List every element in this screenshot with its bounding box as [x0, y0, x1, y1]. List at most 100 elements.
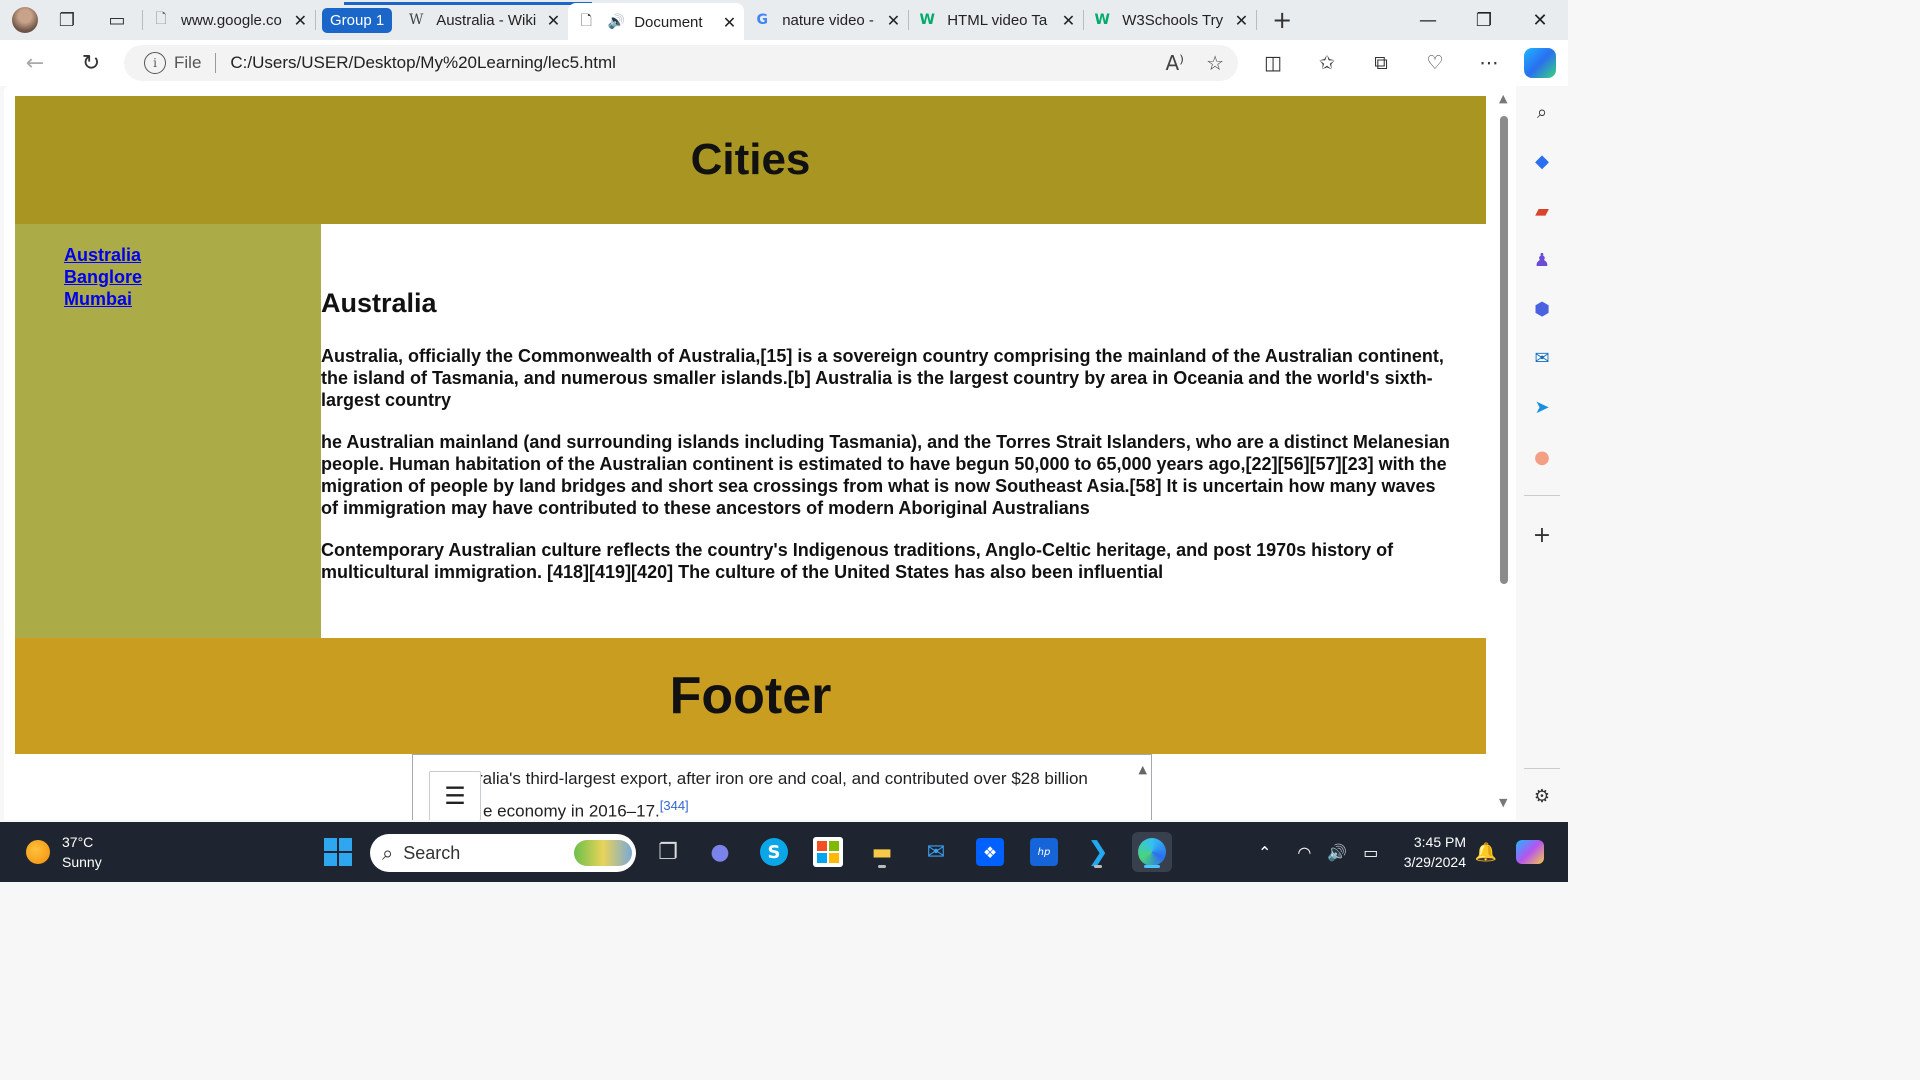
embedded-line: Australia's third-largest export, after …	[443, 769, 1088, 788]
dropbox-icon[interactable]: ❖	[970, 832, 1010, 872]
search-placeholder: Search	[403, 842, 461, 863]
wifi-icon[interactable]: ◠	[1297, 843, 1311, 862]
edge-sidebar: ⌕ ◆ ▰ ♟ ⬢ ✉ ➤ ● + ⚙	[1516, 86, 1568, 820]
scrollbar-thumb[interactable]	[1500, 116, 1508, 584]
more-options-icon[interactable]: ⋯	[1462, 43, 1516, 83]
close-tab-icon[interactable]: ✕	[1062, 11, 1075, 30]
page-viewport: Cities Australia Banglore Mumbai Austral…	[4, 86, 1516, 820]
tab-australia-wiki[interactable]: W Australia - Wiki ✕	[398, 3, 568, 37]
navigation-bar: ← ↻ i File C:/Users/USER/Desktop/My%20Le…	[0, 40, 1568, 86]
page-icon: 🗋	[155, 11, 167, 27]
scroll-up-icon[interactable]: ▲	[1139, 763, 1147, 776]
games-icon[interactable]: ♟	[1528, 246, 1556, 274]
document-icon: 🗋	[580, 13, 592, 29]
drop-send-icon[interactable]: ➤	[1528, 393, 1556, 421]
back-icon[interactable]: ←	[8, 43, 62, 83]
browser-essentials-icon[interactable]: ♡	[1408, 43, 1462, 83]
close-tab-icon[interactable]: ✕	[723, 13, 736, 32]
article-paragraph: Contemporary Australian culture reflects…	[321, 540, 1394, 582]
vertical-tabs-icon[interactable]: ▭	[100, 3, 134, 37]
favorites-icon[interactable]: ✩	[1300, 43, 1354, 83]
start-windows-icon[interactable]	[318, 832, 358, 872]
weather-widget[interactable]: 37°C Sunny	[26, 832, 102, 872]
footer-title: Footer	[669, 667, 832, 725]
microsoft-store-icon[interactable]	[808, 832, 848, 872]
refresh-icon[interactable]: ↻	[64, 43, 118, 83]
page-scrollbar[interactable]: ▲ ▼	[1494, 86, 1516, 820]
close-window-icon[interactable]: ✕	[1512, 0, 1568, 40]
task-view-icon[interactable]: ❐	[648, 832, 688, 872]
close-tab-icon[interactable]: ✕	[547, 11, 560, 30]
reference-link[interactable]: [344]	[660, 798, 689, 813]
close-tab-icon[interactable]: ✕	[1235, 11, 1248, 30]
new-tab-icon[interactable]: +	[1265, 3, 1299, 37]
tab-document[interactable]: 🗋 🔊 Document ✕	[568, 3, 745, 41]
taskbar-search[interactable]: ⌕ Search	[370, 834, 636, 872]
table-of-contents-icon[interactable]: ☰	[429, 771, 481, 820]
profile-avatar[interactable]	[8, 3, 42, 37]
scroll-up-icon[interactable]: ▲	[1499, 92, 1507, 105]
copilot-icon[interactable]	[1524, 48, 1556, 78]
file-explorer-icon[interactable]: ▬	[862, 832, 902, 872]
clock-time: 3:45 PM	[1413, 834, 1466, 850]
tab-nature-video[interactable]: G nature video - ✕	[744, 3, 908, 37]
article-section: Australia Australia, officially the Comm…	[321, 224, 1486, 638]
add-sidebar-app-icon[interactable]: +	[1528, 521, 1556, 549]
microsoft-365-icon[interactable]: ⬢	[1528, 295, 1556, 323]
split-screen-icon[interactable]: ◫	[1246, 43, 1300, 83]
battery-icon[interactable]: ▭	[1363, 843, 1378, 862]
w3schools-icon: W	[1094, 12, 1110, 28]
weather-temp: 37°C	[62, 834, 94, 850]
nav-link-banglore[interactable]: Banglore	[64, 266, 321, 288]
tools-briefcase-icon[interactable]: ▰	[1528, 197, 1556, 225]
clock-date: 3/29/2024	[1403, 854, 1466, 870]
settings-gear-icon[interactable]: ⚙	[1528, 782, 1556, 810]
close-tab-icon[interactable]: ✕	[294, 11, 307, 30]
read-aloud-icon[interactable]: A⁾	[1165, 51, 1184, 75]
divider	[1524, 768, 1560, 769]
clock[interactable]: 3:45 PM 3/29/2024	[1396, 832, 1466, 872]
tab-google[interactable]: 🗋 www.google.co ✕	[143, 3, 315, 37]
tab-strip: ❐ ▭ 🗋 www.google.co ✕ Group 1 W Australi…	[0, 0, 1568, 41]
search-icon[interactable]: ⌕	[1528, 98, 1556, 126]
tab-html-video[interactable]: W HTML video Ta ✕	[909, 3, 1083, 37]
divider	[1524, 495, 1560, 496]
show-hidden-icons-icon[interactable]: ⌃	[1258, 843, 1271, 862]
minimize-icon[interactable]: —	[1400, 0, 1456, 40]
myhp-icon[interactable]: hp	[1024, 832, 1064, 872]
embedded-wiki-frame[interactable]: Australia's third-largest export, after …	[412, 754, 1152, 820]
edge-browser-icon[interactable]	[1132, 832, 1172, 872]
tab-group-underline	[344, 2, 592, 5]
copilot-preview-icon[interactable]	[1510, 832, 1550, 872]
audio-playing-icon[interactable]: 🔊	[606, 12, 626, 32]
info-icon[interactable]: i	[144, 52, 166, 74]
w3schools-icon: W	[919, 12, 935, 28]
volume-icon[interactable]: 🔊	[1327, 843, 1347, 862]
notification-bell-icon[interactable]: 🔔	[1466, 832, 1506, 872]
outlook-icon[interactable]: ✉	[1528, 344, 1556, 372]
close-tab-icon[interactable]: ✕	[887, 11, 900, 30]
workspaces-icon[interactable]: ❐	[50, 3, 84, 37]
nav-link-australia[interactable]: Australia	[64, 244, 321, 266]
windows-taskbar: 37°C Sunny ⌕ Search ❐ ● S ▬ ✉ ❖ hp ❯ ⌃ ◠…	[0, 822, 1568, 882]
scheme-label: File	[174, 53, 202, 72]
search-icon: ⌕	[382, 841, 394, 865]
vscode-icon[interactable]: ❯	[1078, 832, 1118, 872]
sidebar-nav: Australia Banglore Mumbai	[15, 224, 321, 638]
nav-link-mumbai[interactable]: Mumbai	[64, 288, 321, 310]
tab-group-label[interactable]: Group 1	[322, 7, 393, 33]
designer-icon[interactable]: ●	[1528, 443, 1556, 471]
article-heading: Australia	[321, 288, 437, 318]
teams-chat-icon[interactable]: ●	[700, 832, 740, 872]
restore-icon[interactable]: ❐	[1456, 0, 1512, 40]
shopping-tag-icon[interactable]: ◆	[1528, 147, 1556, 175]
tab-w3schools-try[interactable]: W W3Schools Try ✕	[1084, 3, 1256, 37]
mail-icon[interactable]: ✉	[916, 832, 956, 872]
scroll-down-icon[interactable]: ▼	[1499, 796, 1507, 809]
embedded-line: e economy in 2016–17.	[483, 801, 660, 820]
address-bar[interactable]: i File C:/Users/USER/Desktop/My%20Learni…	[124, 45, 1238, 81]
favorite-star-icon[interactable]: ☆	[1206, 51, 1224, 75]
skype-icon[interactable]: S	[754, 832, 794, 872]
url-text[interactable]: C:/Users/USER/Desktop/My%20Learning/lec5…	[230, 53, 615, 73]
collections-icon[interactable]: ⧉	[1354, 43, 1408, 83]
